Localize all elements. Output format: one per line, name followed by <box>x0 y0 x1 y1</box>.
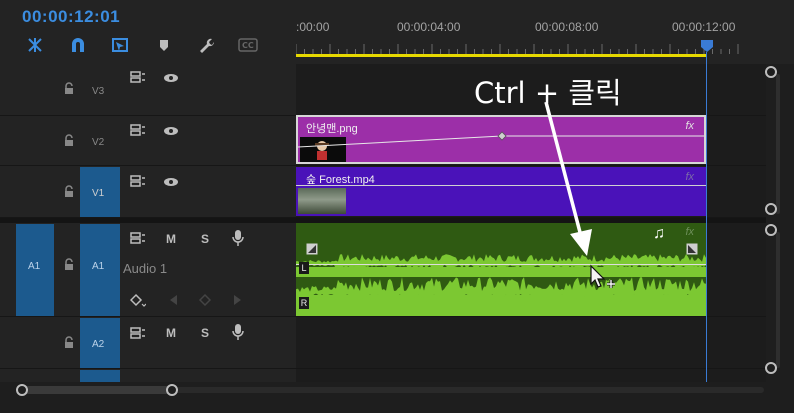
previous-keyframe-icon[interactable] <box>168 294 178 306</box>
audio-waveform[interactable] <box>296 253 706 316</box>
track-name-v1: V1 <box>92 188 105 199</box>
captions-icon[interactable]: CC <box>238 36 258 54</box>
channel-label-right: R <box>299 297 309 309</box>
track-name-v2: V2 <box>92 137 105 148</box>
track-lane-a3[interactable] <box>296 369 766 382</box>
lock-icon[interactable] <box>62 134 76 148</box>
clip-keyframe-line[interactable] <box>296 185 706 186</box>
time-ruler[interactable] <box>296 44 746 54</box>
scroll-knob-audio-top[interactable] <box>765 224 777 236</box>
track-header-v1 <box>0 166 296 218</box>
playhead-handle[interactable] <box>700 39 714 53</box>
volume-rubber-band[interactable] <box>296 264 706 265</box>
annotation-arrow <box>544 101 592 256</box>
solo-button-a2[interactable]: S <box>196 326 214 340</box>
sync-lock-icon[interactable] <box>130 175 146 187</box>
sync-lock-icon[interactable] <box>130 327 146 339</box>
ruler-label-8s: 00:00:08:00 <box>535 20 599 34</box>
magnet-icon[interactable] <box>68 36 88 54</box>
channel-label-left: L <box>299 262 309 274</box>
ruler-label-12s: 00:00:12:00 <box>672 20 736 34</box>
lock-icon[interactable] <box>62 336 76 350</box>
next-keyframe-icon[interactable] <box>233 294 243 306</box>
vertical-scrollbar[interactable] <box>766 64 794 382</box>
ruler-label-4s: 00:00:04:00 <box>397 20 461 34</box>
marker-icon[interactable] <box>154 36 174 54</box>
track-title-a1[interactable]: Audio 1 <box>123 261 167 276</box>
work-area-bar[interactable] <box>296 54 707 57</box>
clip-thumbnail <box>298 188 346 214</box>
lock-icon[interactable] <box>62 258 76 272</box>
eye-icon[interactable] <box>163 126 179 136</box>
lock-icon[interactable] <box>62 82 76 96</box>
track-lane-a2[interactable] <box>296 317 766 369</box>
track-name-a1: A1 <box>92 261 105 272</box>
fx-badge[interactable]: fx <box>685 171 694 183</box>
ruler-label-0: :00:00 <box>296 20 330 34</box>
scroll-knob-video-bottom[interactable] <box>765 203 777 215</box>
microphone-icon[interactable] <box>232 229 244 247</box>
playhead-line[interactable] <box>706 52 707 382</box>
lock-icon[interactable] <box>62 185 76 199</box>
wrench-icon[interactable] <box>196 36 216 54</box>
svg-text:CC: CC <box>242 41 254 50</box>
fx-badge[interactable]: fx <box>685 226 694 238</box>
sync-lock-icon[interactable] <box>130 71 146 83</box>
track-header-v3 <box>0 64 296 116</box>
track-target-a3[interactable] <box>80 370 120 382</box>
linked-selection-icon[interactable] <box>110 36 130 54</box>
add-keyframe-icon[interactable] <box>199 294 211 306</box>
scroll-knob-bottom[interactable] <box>765 362 777 374</box>
horizontal-scroll-thumb[interactable] <box>22 386 174 394</box>
eye-icon[interactable] <box>163 73 179 83</box>
zoom-handle-right[interactable] <box>166 384 178 396</box>
track-name-v3: V3 <box>92 86 105 97</box>
sync-lock-icon[interactable] <box>130 124 146 136</box>
opacity-keyframe-line[interactable] <box>298 117 704 162</box>
scroll-knob-top[interactable] <box>765 66 777 78</box>
sync-lock-icon[interactable] <box>130 232 146 244</box>
source-patch-label: A1 <box>28 261 41 272</box>
audio-scroll-track[interactable] <box>776 232 780 368</box>
music-note-icon: ♫ <box>653 225 665 242</box>
track-name-a2: A2 <box>92 339 105 350</box>
video-scroll-track[interactable] <box>776 74 780 214</box>
snap-icon[interactable] <box>25 36 45 54</box>
pen-cursor-icon <box>590 264 615 288</box>
microphone-icon[interactable] <box>232 323 244 341</box>
clip-forest-mp4[interactable]: 숲 Forest.mp4 fx <box>296 167 706 216</box>
playhead-timecode[interactable]: 00:00:12:01 <box>22 7 120 27</box>
track-header-a3 <box>0 369 296 382</box>
eye-icon[interactable] <box>163 177 179 187</box>
zoom-handle-left[interactable] <box>16 384 28 396</box>
track-header-v2 <box>0 116 296 166</box>
clip-forest-audio[interactable]: ♫ fx L R <box>296 223 706 316</box>
mute-button-a2[interactable]: M <box>162 326 180 340</box>
solo-button-a1[interactable]: S <box>196 232 214 246</box>
clip-annyeongman-png[interactable]: 안녕맨.png fx <box>296 115 706 164</box>
mute-button-a1[interactable]: M <box>162 232 180 246</box>
track-header-a2 <box>0 317 296 369</box>
keyframe-options-icon[interactable] <box>130 293 146 307</box>
